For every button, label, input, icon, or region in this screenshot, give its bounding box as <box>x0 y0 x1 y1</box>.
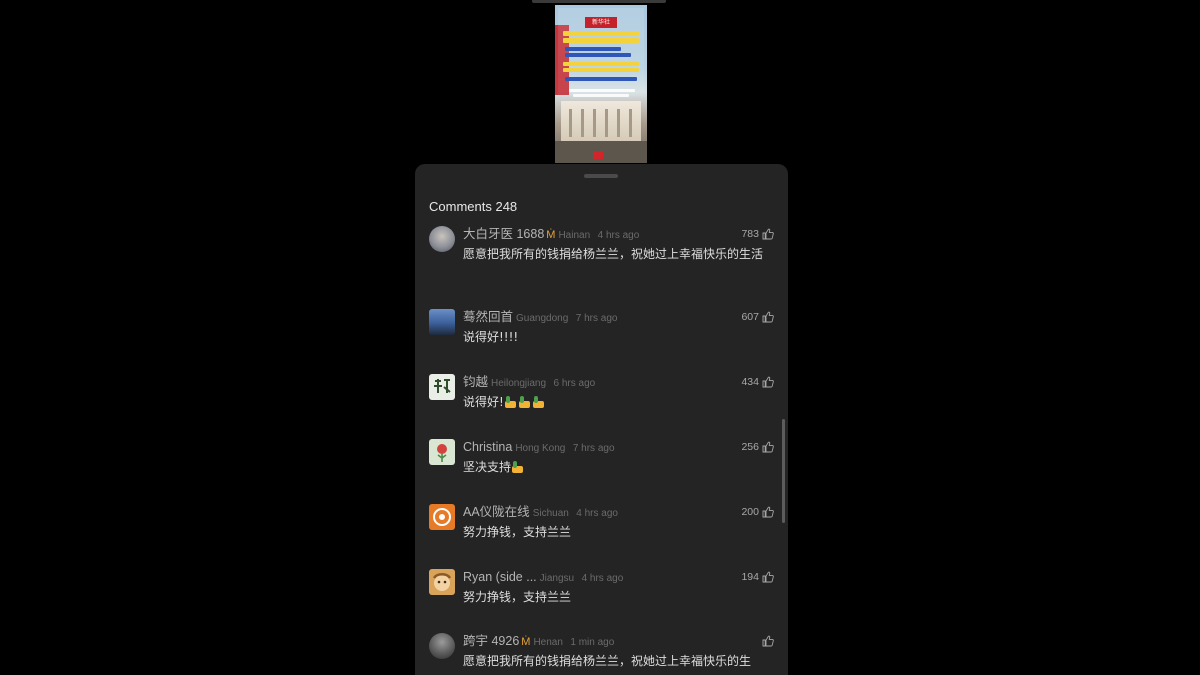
avatar[interactable] <box>429 309 455 335</box>
author-name[interactable]: Christina <box>463 440 512 454</box>
building-column <box>593 109 596 137</box>
author-name[interactable]: 跨宇 4926 <box>463 634 519 648</box>
thumbnail-caption-line <box>569 89 635 92</box>
comment-meta: Ryan (side ... Jiangsu 4 hrs ago <box>463 569 623 585</box>
comment-location: Hainan <box>558 230 591 241</box>
like-count: 783 <box>741 228 759 240</box>
comment-text: 说得好! <box>463 395 504 409</box>
comment-location: Henan <box>533 637 563 648</box>
author-name[interactable]: 钧越 <box>463 375 488 389</box>
thumbnail-caption-line <box>565 47 621 51</box>
like-count: 194 <box>741 571 759 583</box>
building-column <box>617 109 620 137</box>
avatar[interactable] <box>429 504 455 530</box>
like-button[interactable]: 607 <box>741 309 774 325</box>
comment-meta: 蓦然回首 Guangdong 7 hrs ago <box>463 309 617 325</box>
comment-meta: 大白牙医 1688 Ṁ Hainan 4 hrs ago <box>463 226 639 242</box>
thumbs-up-icon <box>762 311 774 323</box>
avatar[interactable] <box>429 439 455 465</box>
comment-text: 说得好!!!! <box>463 330 519 344</box>
comment-text: 愿意把我所有的钱捐给杨兰兰，祝她过上幸福快乐的生活 <box>463 247 764 261</box>
thumbs-up-emoji-icon <box>504 396 517 408</box>
author-name[interactable]: Ryan (side ... <box>463 570 537 584</box>
thumbs-up-icon <box>762 441 774 453</box>
comment-location: Guangdong <box>516 313 569 324</box>
comments-panel[interactable]: Comments 248 大白牙医 1688 Ṁ Hainan 4 hrs ago … <box>415 164 788 675</box>
comment-text: 努力挣钱，支持兰兰 <box>463 590 572 604</box>
building-column <box>569 109 572 137</box>
comment-time: 6 hrs ago <box>553 378 596 389</box>
comment-meta: Christina Hong Kong 7 hrs ago <box>463 439 615 455</box>
thumbs-up-icon <box>762 571 774 583</box>
thumbnail-caption-line <box>573 94 629 97</box>
comment-location: Hong Kong <box>515 443 566 454</box>
avatar[interactable] <box>429 226 455 252</box>
badge-icon: Ṁ <box>521 636 531 648</box>
logo-avatar-icon <box>433 508 451 526</box>
like-count: 200 <box>741 506 759 518</box>
like-button[interactable]: 783 <box>741 226 774 242</box>
drag-handle[interactable] <box>584 174 618 178</box>
building-column <box>581 109 584 137</box>
red-sign-graphic <box>593 151 603 159</box>
comment-time: 4 hrs ago <box>597 230 640 241</box>
comment-time: 1 min ago <box>570 637 615 648</box>
thumbs-up-icon <box>762 228 774 240</box>
like-count: 607 <box>741 311 759 323</box>
thumbs-up-icon <box>762 506 774 518</box>
comment-text: 努力挣钱，支持兰兰 <box>463 525 572 539</box>
flower-avatar-icon <box>437 444 447 462</box>
like-button[interactable]: 256 <box>741 439 774 455</box>
comment-location: Heilongjiang <box>491 378 547 389</box>
comment-meta: AA仪陇在线 Sichuan 4 hrs ago <box>463 504 618 520</box>
thumbnail-caption-line <box>565 77 637 81</box>
comment-location: Jiangsu <box>539 573 575 584</box>
comment-time: 7 hrs ago <box>575 313 618 324</box>
thumbs-up-emoji-icon <box>511 461 524 473</box>
like-button[interactable]: 434 <box>741 374 774 390</box>
avatar[interactable] <box>429 633 455 659</box>
building-column <box>605 109 608 137</box>
comment-text: 坚决支持 <box>463 460 512 474</box>
thumbnail-headline: 新华社 <box>585 17 617 28</box>
author-name[interactable]: 蓦然回首 <box>463 310 513 324</box>
scrollbar[interactable] <box>782 419 785 523</box>
screen: 新华社 Comments 248 大白牙医 1688 Ṁ Hainan 4 hrs … <box>0 0 1200 675</box>
comment-location: Sichuan <box>532 508 569 519</box>
comments-title: Comments 248 <box>429 199 518 214</box>
video-thumbnail[interactable]: 新华社 <box>555 5 647 163</box>
comment-text-row: 说得好! <box>463 393 775 412</box>
thumbs-up-emoji-icon <box>518 396 531 408</box>
like-count: 256 <box>741 441 759 453</box>
thumbs-up-icon <box>762 376 774 388</box>
cartoon-avatar-icon <box>432 573 452 591</box>
comment-text: 愿意把我所有的钱捐给杨兰兰，祝她过上幸福快乐的生 <box>463 654 752 668</box>
like-button[interactable]: 194 <box>741 569 774 585</box>
top-bar <box>532 0 666 3</box>
thumbs-up-icon <box>762 635 774 647</box>
building-column <box>629 109 632 137</box>
author-name[interactable]: AA仪陇在线 <box>463 505 530 519</box>
avatar[interactable] <box>429 374 455 400</box>
thumbnail-caption-line <box>563 68 639 72</box>
like-button[interactable]: 200 <box>741 504 774 520</box>
thumbnail-caption-line <box>563 38 639 43</box>
badge-icon: Ṁ <box>546 229 556 241</box>
comment-meta: 跨宇 4926 Ṁ Henan 1 min ago <box>463 633 614 649</box>
thumbnail-caption-line <box>563 31 639 36</box>
comment-text-row: 坚决支持 <box>463 458 775 477</box>
comment-time: 4 hrs ago <box>581 573 624 584</box>
avatar[interactable] <box>429 569 455 595</box>
like-button[interactable] <box>759 633 774 649</box>
comment-time: 7 hrs ago <box>572 443 615 454</box>
like-count: 434 <box>741 376 759 388</box>
thumbnail-caption-line <box>565 53 631 57</box>
calligraphy-avatar-icon <box>434 379 451 393</box>
comment-time: 4 hrs ago <box>576 508 618 519</box>
comment-meta: 钧越 Heilongjiang 6 hrs ago <box>463 374 595 390</box>
author-name[interactable]: 大白牙医 1688 <box>463 227 544 241</box>
thumbs-up-emoji-icon <box>532 396 545 408</box>
thumbnail-caption-line <box>563 62 639 66</box>
